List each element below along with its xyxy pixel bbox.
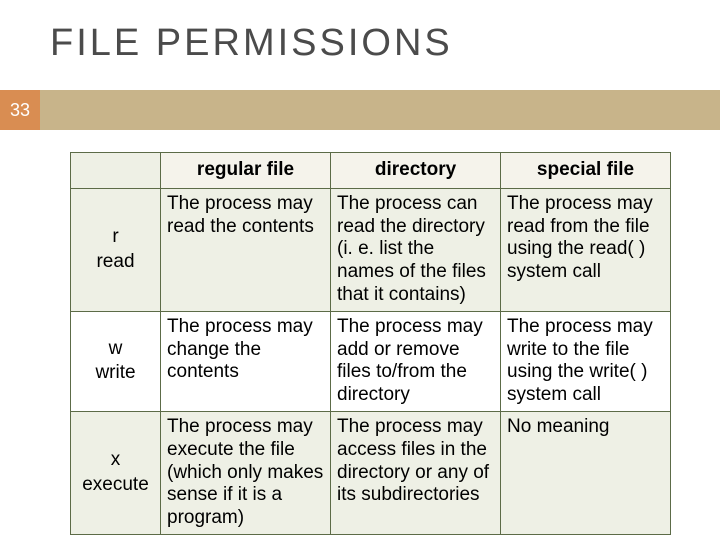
cell-write-regular: The process may change the contents <box>161 311 331 411</box>
row-key-read: r read <box>71 188 161 311</box>
row-key-label: execute <box>82 474 149 495</box>
row-key-label: read <box>96 251 134 272</box>
row-key-write: w write <box>71 311 161 411</box>
cell-read-directory: The process can read the directory (i. e… <box>331 188 501 311</box>
cell-write-special: The process may write to the file using … <box>501 311 671 411</box>
cell-read-special: The process may read from the file using… <box>501 188 671 311</box>
row-key-symbol: r <box>112 226 118 247</box>
cell-execute-directory: The process may access files in the dire… <box>331 411 501 534</box>
cell-execute-regular: The process may execute the file (which … <box>161 411 331 534</box>
page-title: FILE PERMISSIONS <box>50 22 453 65</box>
table-row: w write The process may change the conte… <box>71 311 671 411</box>
row-key-symbol: w <box>109 338 123 359</box>
table-row: x execute The process may execute the fi… <box>71 411 671 534</box>
header-regular-file: regular file <box>161 153 331 189</box>
permissions-table: regular file directory special file r re… <box>70 152 671 535</box>
cell-read-regular: The process may read the contents <box>161 188 331 311</box>
permissions-table-wrap: regular file directory special file r re… <box>70 152 670 535</box>
header-special-file: special file <box>501 153 671 189</box>
row-key-execute: x execute <box>71 411 161 534</box>
header-directory: directory <box>331 153 501 189</box>
page-number-badge: 33 <box>0 90 40 130</box>
slide: FILE PERMISSIONS 33 regular file directo… <box>0 0 720 540</box>
header-band <box>0 90 720 130</box>
row-key-label: write <box>95 362 135 383</box>
cell-write-directory: The process may add or remove files to/f… <box>331 311 501 411</box>
table-row: r read The process may read the contents… <box>71 188 671 311</box>
row-key-symbol: x <box>111 449 121 470</box>
header-corner <box>71 153 161 189</box>
cell-execute-special: No meaning <box>501 411 671 534</box>
